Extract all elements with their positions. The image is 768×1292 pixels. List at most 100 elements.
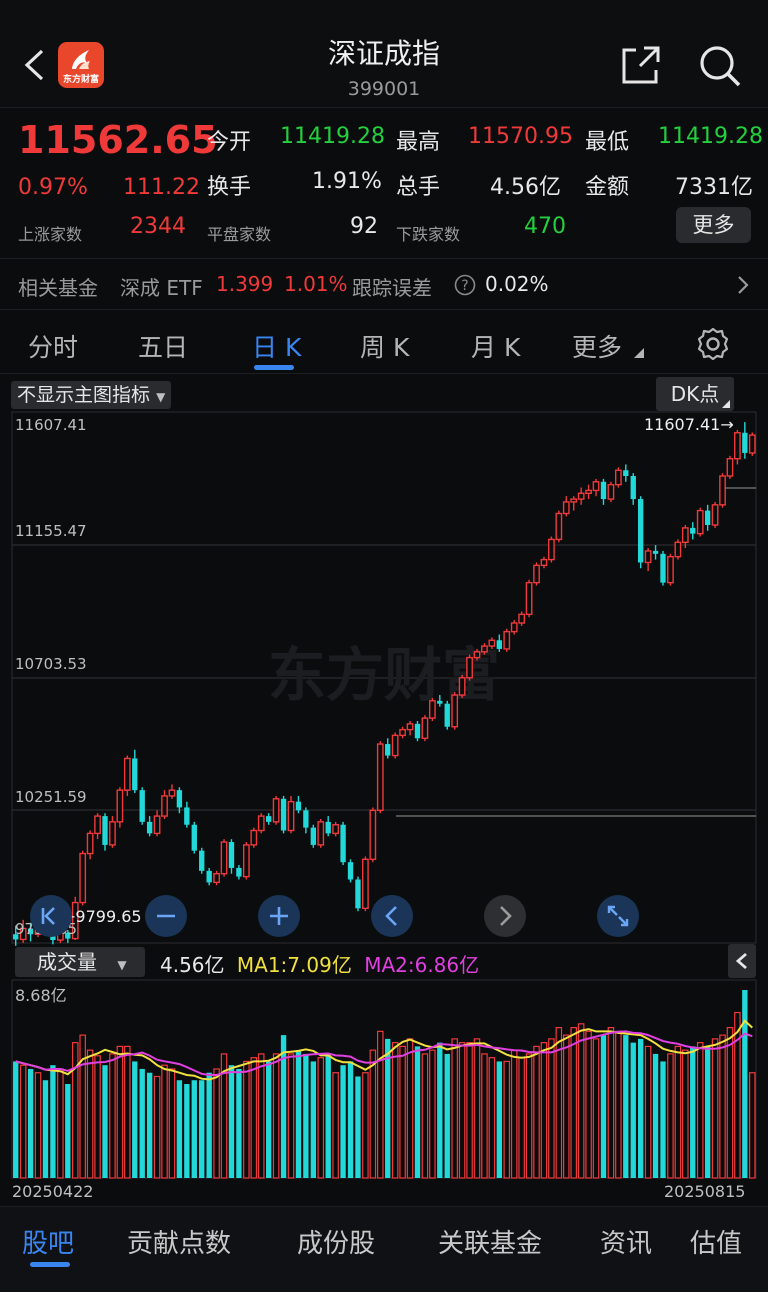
minus-icon: [157, 914, 175, 918]
candle: [161, 790, 168, 819]
search-icon[interactable]: [698, 44, 742, 88]
volume-bar: [50, 1065, 56, 1178]
volume-bar: [414, 1046, 421, 1178]
volume-indicator-dropdown[interactable]: 成交量 ▼: [15, 947, 145, 977]
volume-bar: [79, 1034, 86, 1179]
active-tab-indicator: [254, 365, 294, 370]
tab-monthly-k[interactable]: 月 K: [471, 328, 520, 364]
chevron-right-icon[interactable]: [736, 275, 750, 295]
candle-body: [199, 850, 205, 871]
scroll-right-button[interactable]: [484, 895, 526, 937]
tab-weekly-k[interactable]: 周 K: [360, 328, 409, 364]
volume-bar: [638, 1038, 644, 1178]
open-label: 今开: [207, 130, 252, 155]
volume-bar: [510, 1049, 518, 1179]
bottom-tab-constituents[interactable]: 成份股: [297, 1223, 375, 1260]
amount-value: 7331亿: [675, 175, 753, 200]
volume-bar: [749, 1072, 756, 1179]
bottom-tab-contribution[interactable]: 贡献点数: [127, 1223, 231, 1260]
candle: [696, 507, 704, 537]
candle-body: [391, 734, 399, 757]
dropdown-arrow-icon: ▼: [117, 958, 127, 972]
zoom-in-button[interactable]: [258, 895, 300, 937]
bottom-tab-news[interactable]: 资讯: [600, 1223, 652, 1260]
fullscreen-button[interactable]: [597, 895, 639, 937]
tracking-error-value: 0.02%: [485, 272, 549, 296]
tab-five-day[interactable]: 五日: [138, 328, 188, 364]
volume-ma2: MA2:6.86亿: [364, 953, 480, 977]
candle: [213, 870, 220, 886]
candle: [726, 455, 734, 479]
candle: [600, 478, 607, 505]
kline-chart[interactable]: 东方财富: [0, 374, 768, 1206]
volume-bar: [295, 1050, 302, 1178]
volume-bar: [726, 1026, 734, 1179]
candle-body: [466, 656, 473, 679]
flat-count: 92: [350, 214, 378, 239]
collapse-panel-button[interactable]: [728, 944, 756, 978]
candle: [734, 429, 741, 465]
zoom-out-button[interactable]: [145, 895, 187, 937]
candle-body: [109, 821, 116, 846]
volume-bar: [377, 1030, 384, 1179]
candle: [748, 432, 756, 456]
volume-bar: [385, 1038, 391, 1178]
settings-gear-icon[interactable]: [696, 327, 730, 361]
candle: [458, 674, 466, 698]
volume-bar: [109, 1053, 116, 1179]
scroll-left-end-button[interactable]: [30, 895, 72, 937]
volume-bar: [34, 1072, 42, 1179]
candle-body: [421, 717, 429, 739]
plus-icon: [270, 907, 288, 925]
candle: [555, 510, 563, 543]
candle-body: [503, 630, 511, 650]
candle-body: [428, 700, 436, 719]
candle: [510, 620, 518, 635]
volume-bar: [473, 1038, 481, 1179]
candle: [146, 816, 153, 837]
header-bar: 东方财富 深证成指 399001: [0, 0, 768, 108]
volume-bar: [421, 1053, 429, 1179]
scroll-left-button[interactable]: [371, 895, 413, 937]
candle-body: [362, 858, 369, 910]
low-label: 最低: [585, 130, 630, 155]
share-icon[interactable]: [620, 44, 662, 86]
related-fund-bar[interactable]: 相关基金 深成 ETF 1.399 1.01% 跟踪误差 ? 0.02%: [0, 258, 768, 310]
candle: [272, 795, 280, 825]
y-axis-label-3: 10703.53: [15, 655, 87, 673]
candle-body: [719, 475, 726, 506]
indicator-dropdown[interactable]: 不显示主图指标 ▼: [11, 381, 172, 409]
candle: [711, 501, 719, 528]
candle-body: [510, 622, 518, 633]
bottom-tab-related-funds[interactable]: 关联基金: [438, 1223, 542, 1260]
candle: [719, 473, 726, 508]
candle: [444, 700, 450, 730]
candle-body: [303, 810, 309, 828]
help-icon[interactable]: ?: [454, 274, 476, 296]
bottom-tab-forum[interactable]: 股吧: [22, 1223, 74, 1260]
volume-ma1: MA1:7.09亿: [236, 953, 352, 977]
tab-intraday[interactable]: 分时: [28, 328, 78, 364]
volume-bar: [65, 1084, 71, 1178]
more-button[interactable]: 更多: [676, 207, 751, 243]
candle-body: [540, 558, 548, 567]
candle: [623, 464, 629, 482]
volume-bar: [228, 1065, 235, 1178]
volume-bar: [27, 1068, 34, 1178]
candle-body: [317, 821, 325, 846]
candle-body: [250, 829, 258, 846]
volume-bar: [347, 1061, 354, 1178]
volume-series: [13, 990, 756, 1179]
volume-bar: [146, 1072, 153, 1178]
volume-panel-border: [11, 979, 757, 1179]
tab-daily-k[interactable]: 日 K: [252, 328, 301, 364]
tab-more[interactable]: 更多: [572, 328, 622, 364]
candle-body: [79, 852, 87, 904]
candle-body: [585, 489, 592, 495]
candle: [236, 865, 242, 880]
candle-body: [690, 527, 696, 534]
candle-body: [577, 492, 585, 500]
volume-bar: [696, 1042, 704, 1179]
volume-bar: [704, 1046, 711, 1178]
bottom-tab-valuation[interactable]: 估值: [690, 1223, 742, 1260]
